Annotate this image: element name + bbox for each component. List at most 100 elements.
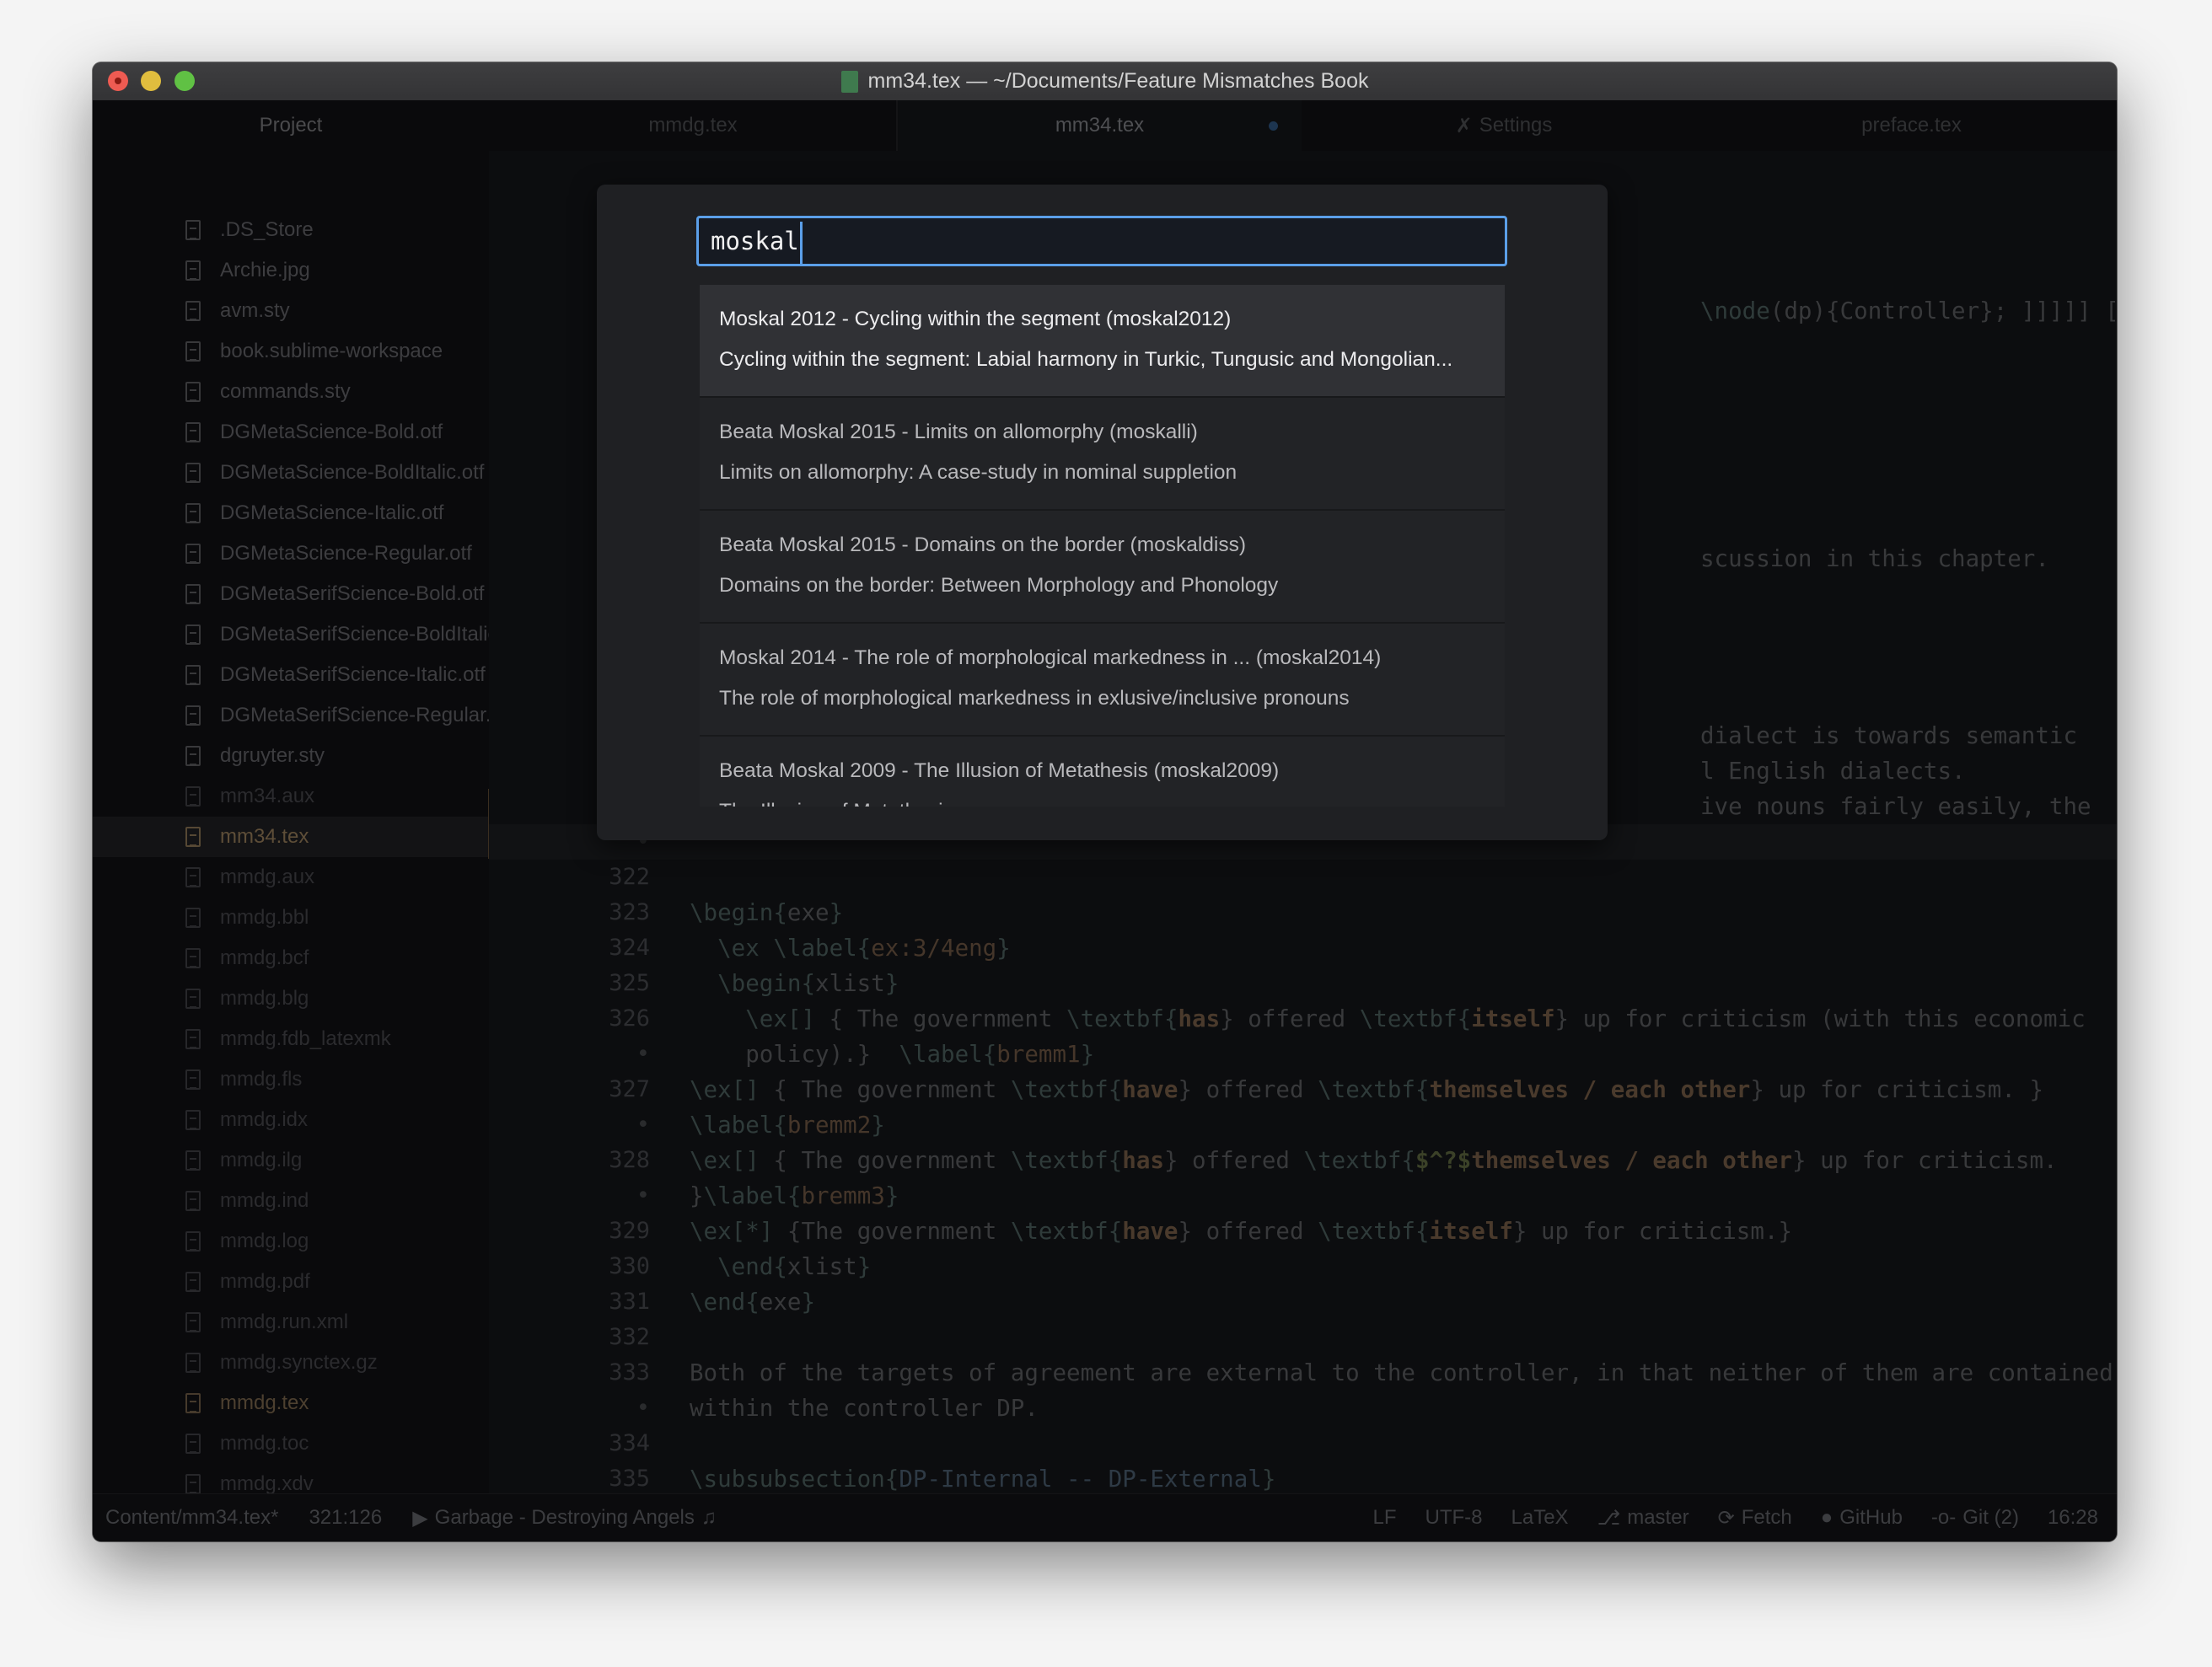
tree-item[interactable]: mmdg.fls <box>93 1059 489 1100</box>
file-icon <box>185 867 201 887</box>
tree-item[interactable]: mmdg.aux <box>93 857 489 898</box>
citation-result[interactable]: Beata Moskal 2015 - Limits on allomorphy… <box>700 398 1505 509</box>
code-line[interactable]: •}\label{bremm3} <box>489 1178 2117 1214</box>
code-line[interactable]: 327 \ex[] { The government \textbf{have} … <box>489 1072 2117 1107</box>
tree-item[interactable]: DGMetaSerifScience-Bold.otf <box>93 574 489 614</box>
code-line[interactable]: 333 Both of the targets of agreement are … <box>489 1355 2117 1391</box>
status-github[interactable]: ● GitHub <box>1821 1506 1903 1530</box>
citation-search-input[interactable]: moskal <box>696 216 1507 266</box>
code-line[interactable]: 331 \end{exe} <box>489 1284 2117 1320</box>
code-line[interactable]: 335 \subsubsection{DP-Internal -- DP-Exte… <box>489 1461 2117 1494</box>
tree-item-label: book.sublime-workspace <box>220 340 443 362</box>
tree-item[interactable]: mmdg.blg <box>93 978 489 1019</box>
code-line[interactable]: • policy).} \label{bremm1} <box>489 1037 2117 1072</box>
branch-name: master <box>1627 1506 1689 1529</box>
tab-settings[interactable]: ✗ Settings <box>1302 100 1706 151</box>
code-token: \ex[] <box>690 1005 830 1032</box>
tree-item[interactable]: DGMetaScience-Regular.otf <box>93 533 489 574</box>
code-line[interactable]: 326 \ex[] { The government \textbf{has} … <box>489 1001 2117 1037</box>
tree-item[interactable]: DGMetaSerifScience-Italic.otf <box>93 655 489 695</box>
play-icon: ▶ <box>412 1506 428 1530</box>
status-branch[interactable]: ⎇ master <box>1597 1506 1689 1530</box>
file-icon <box>185 503 201 523</box>
citation-result[interactable]: Beata Moskal 2015 - Domains on the borde… <box>700 511 1505 622</box>
line-number: 332 <box>609 1324 650 1350</box>
status-encoding[interactable]: UTF-8 <box>1425 1506 1483 1530</box>
code-line[interactable]: 323 \begin{exe} <box>489 895 2117 930</box>
status-line-ending[interactable]: LF <box>1372 1506 1396 1530</box>
tree-item[interactable]: mm34.aux <box>93 776 489 817</box>
tree-item[interactable]: DGMetaScience-Bold.otf <box>93 412 489 453</box>
code-token: } up for criticism (with this economic <box>1554 1005 2086 1032</box>
code-line[interactable]: 329 \ex[*] {The government \textbf{have} … <box>489 1214 2117 1249</box>
citation-result[interactable]: Moskal 2012 - Cycling within the segment… <box>700 285 1505 396</box>
code-line[interactable]: 332 <box>489 1320 2117 1355</box>
code-line[interactable]: 325 \begin{xlist} <box>489 966 2117 1001</box>
tab-mm34-tex[interactable]: mm34.tex <box>898 100 1302 151</box>
tree-item-label: DGMetaScience-BoldItalic.otf <box>220 461 485 484</box>
citation-results-list[interactable]: Moskal 2012 - Cycling within the segment… <box>700 285 1505 807</box>
tree-item[interactable]: Archie.jpg <box>93 250 489 291</box>
tree-item-label: mmdg.ilg <box>220 1149 303 1171</box>
tree-item[interactable]: mmdg.ind <box>93 1181 489 1221</box>
status-now-playing[interactable]: ▶ Garbage - Destroying Angels ♫ <box>412 1506 717 1530</box>
tree-item[interactable]: avm.sty <box>93 291 489 331</box>
tree-item[interactable]: mmdg.ilg <box>93 1140 489 1181</box>
tab-mmdg-tex[interactable]: mmdg.tex <box>489 100 897 151</box>
project-tree: .DS_Store Archie.jpg avm.sty book.sublime-w… <box>93 151 489 1494</box>
code-line[interactable]: 334 <box>489 1426 2117 1461</box>
code-token: \label{ <box>703 1182 802 1209</box>
tree-item[interactable]: mmdg.log <box>93 1221 489 1262</box>
tree-item[interactable]: mm34.tex <box>93 817 489 857</box>
tree-item[interactable]: mmdg.run.xml <box>93 1302 489 1343</box>
code-text: \end{xlist} <box>690 1249 871 1284</box>
status-grammar[interactable]: LaTeX <box>1511 1506 1569 1530</box>
tree-item[interactable]: DGMetaSerifScience-Regular.otf <box>93 695 489 736</box>
code-line[interactable]: • \label{bremm2} <box>489 1107 2117 1143</box>
tree-item[interactable]: dgruyter.sty <box>93 736 489 776</box>
window-title-text: mm34.tex — ~/Documents/Feature Mismatche… <box>867 69 1369 93</box>
code-token: } offered <box>1163 1147 1304 1174</box>
tree-item[interactable]: book.sublime-workspace <box>93 331 489 372</box>
tree-item[interactable]: DGMetaSerifScience-BoldItalic.otf <box>93 614 489 655</box>
tree-item[interactable]: mmdg.tex <box>93 1383 489 1423</box>
tree-item[interactable]: commands.sty <box>93 372 489 412</box>
line-number: 335 <box>609 1466 650 1492</box>
tree-item[interactable]: mmdg.idx <box>93 1100 489 1140</box>
tree-item[interactable]: mmdg.bcf <box>93 938 489 978</box>
fetch-label: Fetch <box>1741 1506 1792 1529</box>
tree-item-label: mmdg.run.xml <box>220 1311 349 1333</box>
status-file-path[interactable]: Content/mm34.tex* <box>105 1506 278 1530</box>
github-label: GitHub <box>1839 1506 1903 1529</box>
tree-item[interactable]: DGMetaScience-Italic.otf <box>93 493 489 533</box>
tree-item-label: DGMetaSerifScience-BoldItalic.otf <box>220 623 489 646</box>
tree-item[interactable]: DGMetaScience-BoldItalic.otf <box>93 453 489 493</box>
tab-preface-tex[interactable]: preface.tex <box>1706 100 2117 151</box>
tree-item[interactable]: mmdg.fdb_latexmk <box>93 1019 489 1059</box>
github-icon: ● <box>1820 1506 1833 1529</box>
code-line[interactable]: 330 \end{xlist} <box>489 1249 2117 1284</box>
status-fetch[interactable]: ⟳ Fetch <box>1718 1506 1792 1530</box>
code-line[interactable]: 328 \ex[] { The government \textbf{has} o… <box>489 1143 2117 1178</box>
file-icon <box>185 422 201 442</box>
tree-item[interactable]: .DS_Store <box>93 210 489 250</box>
citation-result[interactable]: Beata Moskal 2009 - The Illusion of Meta… <box>700 737 1505 807</box>
code-token: bremm2 <box>787 1112 872 1139</box>
citation-result[interactable]: Moskal 2014 - The role of morphological … <box>700 624 1505 735</box>
status-git[interactable]: -o- Git (2) <box>1931 1506 2019 1530</box>
code-line[interactable]: 324 \ex \label{ex:3/4eng} <box>489 930 2117 966</box>
line-number: 322 <box>609 864 650 890</box>
status-cursor-position[interactable]: 321:126 <box>309 1506 382 1530</box>
tab-bar: Project mmdg.tex mm34.tex ✗ Settings pref… <box>93 100 2117 151</box>
tree-item[interactable]: mmdg.synctex.gz <box>93 1343 489 1383</box>
tree-item[interactable]: mmdg.pdf <box>93 1262 489 1302</box>
tree-item[interactable]: mmdg.xdv <box>93 1464 489 1494</box>
tree-item[interactable]: mmdg.toc <box>93 1423 489 1464</box>
file-icon <box>185 1150 201 1171</box>
code-token: exe <box>787 899 830 926</box>
tree-item[interactable]: mmdg.bbl <box>93 898 489 938</box>
file-icon <box>185 220 201 240</box>
code-line[interactable]: • within the controller DP. <box>489 1391 2117 1426</box>
code-line[interactable]: 322 <box>489 860 2117 895</box>
code-token: \ex \label{ <box>690 935 872 962</box>
